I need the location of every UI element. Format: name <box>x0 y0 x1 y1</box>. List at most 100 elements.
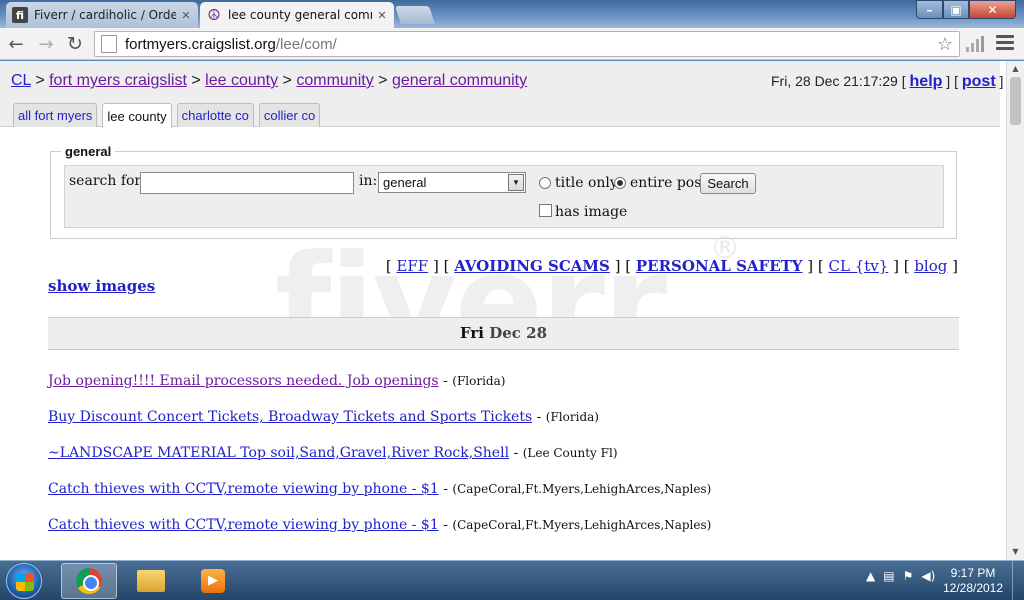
title-only-radio[interactable] <box>539 177 551 189</box>
posting-location: (CapeCoral,Ft.Myers,LehighArces,Naples) <box>452 518 712 532</box>
chevron-up-icon[interactable]: ▲ <box>866 569 875 583</box>
maximize-button[interactable]: ▣ <box>943 0 969 19</box>
breadcrumb-area[interactable]: lee county <box>205 72 278 89</box>
avoiding-scams-link[interactable]: AVOIDING SCAMS <box>454 257 610 275</box>
signal-icon[interactable] <box>966 36 984 52</box>
blog-link[interactable]: blog <box>914 257 947 275</box>
breadcrumb-sep: > <box>282 72 292 89</box>
posting-title-link[interactable]: Buy Discount Concert Tickets, Broadway T… <box>48 409 532 425</box>
reload-button[interactable]: ↻ <box>63 32 87 56</box>
help-link[interactable]: help <box>910 73 943 90</box>
start-button[interactable] <box>6 563 42 599</box>
post-link[interactable]: post <box>962 73 996 90</box>
posting-list: Job opening!!!! Email processors needed.… <box>48 373 968 553</box>
entire-post-radio[interactable] <box>614 177 626 189</box>
close-window-button[interactable]: ✕ <box>969 0 1016 19</box>
cl-tv-link[interactable]: CL {tv} <box>829 257 889 275</box>
browser-titlebar: fi Fiverr / cardiholic / Orders ✕ ☮ lee … <box>0 0 1024 28</box>
menu-icon[interactable] <box>996 35 1014 51</box>
network-icon[interactable]: ▤ <box>883 569 894 583</box>
fiverr-icon: fi <box>12 7 28 23</box>
area-tab-all-fort-myers[interactable]: all fort myers <box>13 103 98 127</box>
clock-time: 9:17 PM <box>950 566 996 580</box>
in-label: in: <box>359 173 378 189</box>
title-only-label: title only <box>555 175 618 191</box>
close-icon[interactable]: ✕ <box>376 9 388 22</box>
url-host: fortmyers.craigslist.org <box>125 35 276 53</box>
minimize-button[interactable]: – <box>916 0 943 19</box>
area-tab-charlotte-co[interactable]: charlotte co <box>176 103 254 127</box>
show-images-link[interactable]: show images <box>48 277 155 295</box>
taskbar-clock[interactable]: 9:17 PM 12/28/2012 <box>935 566 1011 596</box>
posting-location: (Florida) <box>545 410 599 424</box>
breadcrumb-section[interactable]: community <box>296 72 373 89</box>
personal-safety-link[interactable]: PERSONAL SAFETY <box>636 257 803 275</box>
search-input[interactable] <box>140 172 354 194</box>
posting-title-link[interactable]: Catch thieves with CCTV,remote viewing b… <box>48 517 439 533</box>
posting-title-link[interactable]: Job opening!!!! Email processors needed.… <box>48 373 439 389</box>
posting-location: (Florida) <box>452 374 506 388</box>
back-button[interactable]: ← <box>4 32 28 56</box>
vertical-scrollbar[interactable]: ▲ ▼ <box>1006 61 1024 560</box>
tab-label: Fiverr / cardiholic / Orders <box>34 8 176 22</box>
search-fieldset: general search for: in: general ▼ title … <box>50 144 957 239</box>
date-header: Fri Dec 28 <box>48 317 959 350</box>
clock-date: 12/28/2012 <box>942 581 1004 595</box>
taskbar-explorer-button[interactable] <box>123 563 179 599</box>
breadcrumb: CL > fort myers craigslist > lee county … <box>11 72 527 90</box>
list-item: Buy Discount Concert Tickets, Broadway T… <box>48 409 599 425</box>
breadcrumb-cl[interactable]: CL <box>11 72 31 89</box>
search-button[interactable]: Search <box>700 173 756 194</box>
forward-button[interactable]: → <box>34 32 58 56</box>
list-item: ~LANDSCAPE MATERIAL Top soil,Sand,Gravel… <box>48 445 618 461</box>
has-image-checkbox[interactable] <box>539 204 552 217</box>
posting-title-link[interactable]: ~LANDSCAPE MATERIAL Top soil,Sand,Gravel… <box>48 445 509 461</box>
breadcrumb-sep: > <box>378 72 388 89</box>
bookmark-star-icon[interactable]: ☆ <box>937 34 953 55</box>
scroll-down-arrow-icon[interactable]: ▼ <box>1007 544 1024 560</box>
scroll-thumb[interactable] <box>1010 77 1021 125</box>
close-icon[interactable]: ✕ <box>180 9 192 22</box>
tab-lee-county[interactable]: ☮ lee county general comm ✕ <box>200 2 394 28</box>
list-item: Catch thieves with CCTV,remote viewing b… <box>48 517 712 533</box>
windows-logo-icon <box>16 573 34 591</box>
address-bar[interactable]: fortmyers.craigslist.org/lee/com/ ☆ <box>94 31 960 57</box>
show-desktop-button[interactable] <box>1012 561 1024 600</box>
posting-location: (CapeCoral,Ft.Myers,LehighArces,Naples) <box>452 482 712 496</box>
media-player-icon: ▶ <box>201 569 225 593</box>
date-day: Fri <box>459 324 484 342</box>
posting-title-link[interactable]: Catch thieves with CCTV,remote viewing b… <box>48 481 439 497</box>
taskbar-media-player-button[interactable]: ▶ <box>185 563 241 599</box>
new-tab-button[interactable] <box>395 6 435 24</box>
current-datetime: Fri, 28 Dec 21:17:29 <box>771 73 898 89</box>
search-for-label: search for: <box>69 173 146 189</box>
taskbar-chrome-button[interactable] <box>61 563 117 599</box>
search-legend: general <box>61 144 116 159</box>
list-item: Job opening!!!! Email processors needed.… <box>48 373 506 389</box>
area-tab-collier-co[interactable]: collier co <box>258 103 321 127</box>
page-icon <box>101 35 117 53</box>
flag-icon[interactable]: ⚑ <box>903 569 914 583</box>
breadcrumb-sep: > <box>35 72 45 89</box>
category-select-value: general <box>383 175 427 190</box>
category-select[interactable]: general ▼ <box>378 172 526 193</box>
windows-taskbar: ▶ ▲ ▤ ⚑ ◀) 9:17 PM 12/28/2012 <box>0 560 1024 600</box>
url-path: /lee/com/ <box>275 35 337 53</box>
breadcrumb-category[interactable]: general community <box>392 72 527 89</box>
page-viewport: CL > fort myers craigslist > lee county … <box>0 61 1006 560</box>
eff-link[interactable]: EFF <box>396 257 428 275</box>
volume-icon[interactable]: ◀) <box>921 569 935 583</box>
chrome-icon <box>76 568 102 594</box>
list-item: Catch thieves with CCTV,remote viewing b… <box>48 481 712 497</box>
entire-post-label: entire post <box>630 175 708 191</box>
breadcrumb-sep: > <box>191 72 201 89</box>
area-tab-lee-county[interactable]: lee county <box>102 103 172 128</box>
has-image-label: has image <box>555 204 628 220</box>
search-panel: search for: in: general ▼ title only ent… <box>64 165 944 228</box>
posting-location: (Lee County Fl) <box>522 446 618 460</box>
tab-label: lee county general comm <box>228 8 372 22</box>
tab-fiverr[interactable]: fi Fiverr / cardiholic / Orders ✕ <box>6 2 198 28</box>
breadcrumb-site[interactable]: fort myers craigslist <box>49 72 187 89</box>
scroll-up-arrow-icon[interactable]: ▲ <box>1007 61 1024 77</box>
system-tray: ▲ ▤ ⚑ ◀) <box>866 569 935 583</box>
